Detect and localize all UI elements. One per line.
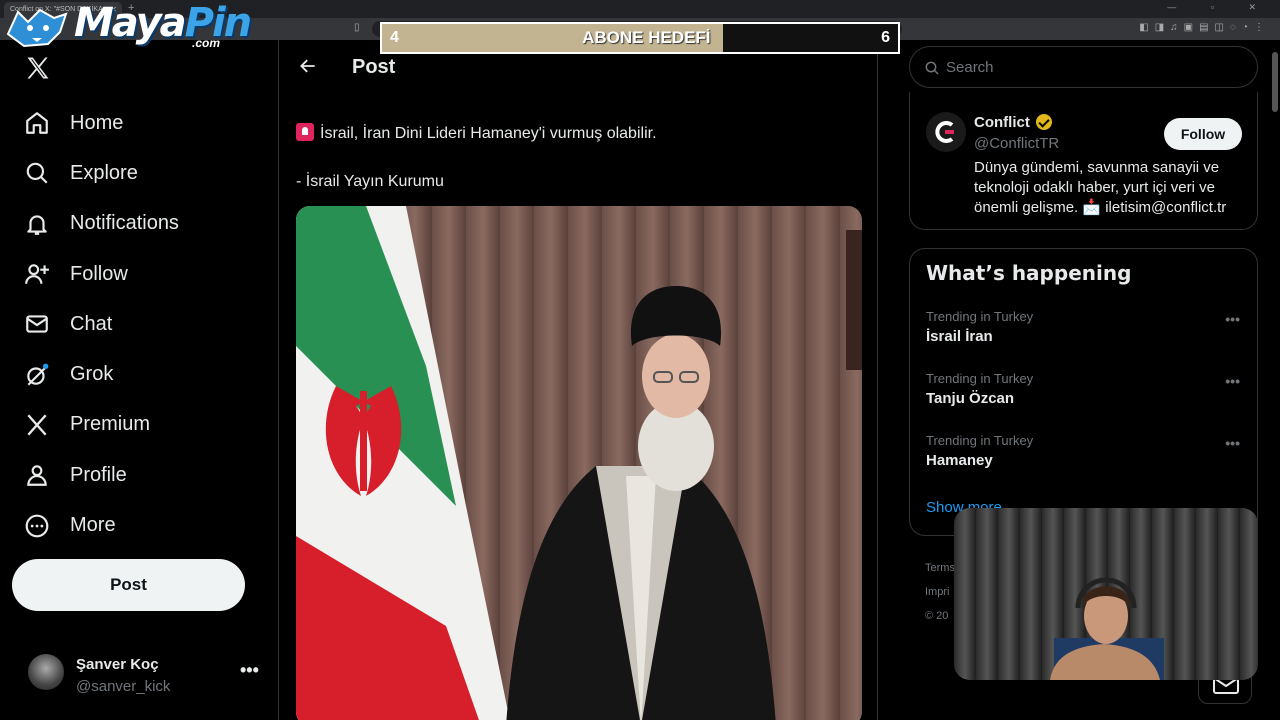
goal-current: 4: [390, 29, 399, 46]
profile-bio: Dünya gündemi, savunma sanayii ve teknol…: [974, 159, 1227, 216]
more-icon[interactable]: •••: [1225, 311, 1240, 327]
conflict-logo-icon: [935, 121, 954, 143]
profile-card: Conflict @ConflictTR Dünya gündemi, savu…: [909, 92, 1258, 230]
nav-label: More: [70, 514, 116, 537]
nav-label: Notifications: [70, 212, 179, 235]
trend-context: Trending in Turkey: [926, 309, 1034, 324]
more-circle-icon: [25, 514, 49, 537]
search-box[interactable]: [909, 46, 1258, 88]
person-icon: [27, 465, 47, 487]
trend-context: Trending in Turkey: [926, 433, 1034, 448]
more-icon[interactable]: •••: [1225, 373, 1240, 389]
post-line-1: İsrail, İran Dini Lideri Hamaney'i vurmu…: [320, 125, 657, 142]
footer-link[interactable]: Terms: [925, 556, 955, 580]
nav-chat[interactable]: Chat: [12, 299, 179, 349]
avatar: [28, 654, 64, 690]
nav-label: Explore: [70, 161, 138, 184]
goal-label: ABONE HEDEFİ: [582, 28, 711, 47]
nav-home[interactable]: Home: [12, 98, 179, 148]
trend-context: Trending in Turkey: [926, 371, 1034, 386]
account-switcher[interactable]: Şanver Koç @sanver_kick •••: [24, 652, 264, 702]
bookmark-icon[interactable]: ▯: [354, 22, 360, 33]
brand-domain: .com: [192, 36, 221, 50]
nav-label: Profile: [70, 463, 127, 486]
trend-item[interactable]: Trending in Turkey İsrail İran •••: [926, 309, 1246, 359]
trend-item[interactable]: Trending in Turkey Tanju Özcan •••: [926, 371, 1246, 421]
left-sidebar: Home Explore Notifications Follow Chat G…: [0, 40, 279, 720]
post-image[interactable]: [296, 206, 862, 720]
footer-links: Terms Impri © 20: [925, 556, 955, 628]
trend-name: Hamaney: [926, 452, 993, 469]
whats-happening-card: What’s happening Trending in Turkey İsra…: [909, 248, 1258, 536]
section-title: What’s happening: [926, 261, 1132, 285]
conflict-avatar[interactable]: [926, 112, 966, 152]
home-icon: [26, 112, 48, 134]
nav-label: Chat: [70, 312, 113, 335]
nav-label: Home: [70, 111, 124, 134]
nav-more[interactable]: More: [12, 500, 179, 550]
x-logo-icon: [27, 414, 47, 436]
search-input[interactable]: [946, 56, 1236, 78]
search-icon: [26, 163, 48, 184]
nav-follow[interactable]: Follow: [12, 249, 179, 299]
post-photo: [296, 206, 862, 720]
mayapin-logo: MayaPin .com: [4, 0, 252, 52]
footer-link[interactable]: Impri: [925, 580, 955, 604]
trend-name: Tanju Özcan: [926, 390, 1015, 407]
footer-copyright: © 20: [925, 610, 949, 622]
person-add-icon: [25, 264, 49, 284]
back-arrow-icon[interactable]: [298, 56, 318, 76]
account-name: Şanver Koç: [76, 656, 159, 673]
x-logo-icon[interactable]: [24, 54, 52, 82]
account-handle: @sanver_kick: [76, 678, 171, 695]
nav-label: Grok: [70, 363, 114, 386]
more-icon[interactable]: •••: [1225, 435, 1240, 451]
follow-button[interactable]: Follow: [1164, 118, 1242, 150]
window-controls[interactable]: — ▫ ✕: [1167, 2, 1272, 13]
nav-premium[interactable]: Premium: [12, 400, 179, 450]
trend-item[interactable]: Trending in Turkey Hamaney •••: [926, 433, 1246, 483]
brand-wordmark: MayaPin: [74, 0, 252, 46]
trend-name: İsrail İran: [926, 328, 993, 345]
goal-target: 6: [881, 29, 890, 46]
post-button[interactable]: Post: [12, 559, 245, 611]
mail-icon: [26, 315, 48, 333]
profile-handle[interactable]: @ConflictTR: [974, 135, 1059, 152]
primary-nav: Home Explore Notifications Follow Chat G…: [12, 98, 179, 551]
post-line-2: - İsrail Yayın Kurumu: [296, 173, 444, 190]
nav-explore[interactable]: Explore: [12, 148, 179, 198]
nav-notifications[interactable]: Notifications: [12, 199, 179, 249]
search-icon: [925, 61, 939, 75]
subscriber-goal-bar: ABONE HEDEFİ 4 6: [380, 22, 900, 54]
post-text: İsrail, İran Dini Lideri Hamaney'i vurmu…: [296, 122, 856, 194]
extension-icons[interactable]: ◧◨♫▣▤◫◌◔⋮: [1139, 22, 1270, 33]
webcam-overlay: [954, 508, 1258, 680]
scrollbar[interactable]: [1272, 52, 1278, 112]
nav-label: Follow: [70, 262, 128, 285]
verified-badge-icon: [1036, 114, 1052, 130]
webcam-feed: [954, 508, 1258, 680]
page-title: Post: [352, 56, 396, 78]
nav-profile[interactable]: Profile: [12, 450, 179, 500]
profile-name[interactable]: Conflict: [974, 114, 1052, 131]
nav-grok[interactable]: Grok: [12, 349, 179, 399]
more-icon[interactable]: •••: [240, 660, 259, 681]
siren-icon: [296, 123, 314, 141]
grok-icon: [27, 363, 49, 386]
panther-mascot-icon: [6, 8, 68, 48]
main-column: Post İsrail, İran Dini Lideri Hamaney'i …: [280, 40, 878, 720]
nav-label: Premium: [70, 413, 151, 436]
bell-icon: [27, 215, 47, 235]
